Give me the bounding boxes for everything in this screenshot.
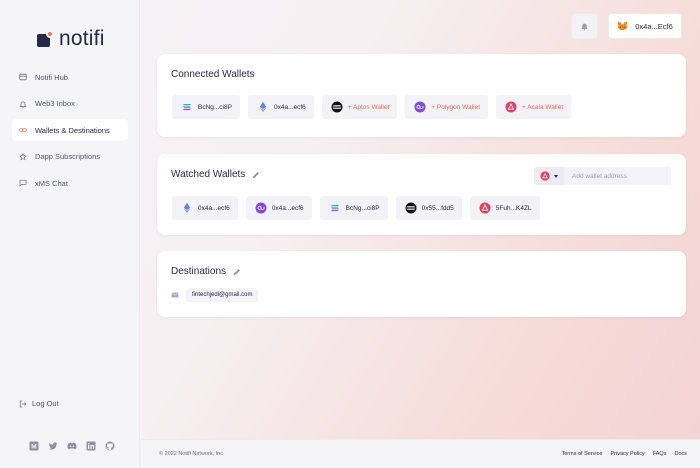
sidebar-item-wallets-destinations[interactable]: Wallets & Destinations [12, 119, 128, 142]
acala-icon [540, 171, 550, 181]
watched-wallet-chip-solana[interactable]: BcNg...ci8P [319, 196, 388, 220]
destinations-title: Destinations [171, 266, 241, 277]
add-wallet-label: + Acala Wallet [522, 103, 564, 111]
sidebar-item-label: Wallets & Destinations [35, 125, 110, 135]
footer-link-privacy[interactable]: Privacy Policy [610, 451, 644, 457]
wallet-account-button[interactable]: 0x4a...Ecf6 [608, 13, 682, 39]
destinations-card: Destinations fintechjedi@gmail.com [157, 251, 686, 317]
mail-icon [171, 292, 179, 298]
svg-text:M: M [31, 443, 36, 450]
solana-icon [329, 202, 341, 214]
medium-icon[interactable]: M [29, 441, 39, 451]
wallet-chip-label: 0x4a...ecf6 [273, 103, 306, 111]
wallet-chip-label: 0x4a...ecf6 [271, 204, 304, 212]
wallet-chip-label: 0x4a...ecf6 [198, 204, 230, 212]
pencil-icon[interactable] [233, 268, 241, 276]
sidebar-item-xms-chat[interactable]: xMS Chat [12, 172, 128, 194]
add-wallet-label: + Aptos Wallet [347, 103, 390, 111]
sidebar-item-label: xMS Chat [35, 178, 68, 188]
bell-icon [581, 23, 588, 31]
discord-icon[interactable] [67, 441, 77, 451]
connected-wallets-card: Connected Wallets BcNg...ci8P 0x4a...ecf… [157, 54, 686, 137]
add-polygon-wallet-button[interactable]: + Polygon Wallet [405, 95, 488, 119]
acala-icon [479, 202, 491, 214]
sidebar-item-notifi-hub[interactable]: Notifi Hub [12, 66, 128, 88]
watched-wallets-title: Watched Wallets [171, 169, 260, 180]
watched-wallet-chip-aptos[interactable]: 0x55...fdd5 [395, 196, 462, 220]
polygon-icon [414, 101, 426, 113]
logout-icon [18, 399, 27, 408]
solana-icon [181, 101, 193, 113]
watched-wallet-chip-acala[interactable]: 5Fuh...K4ZL [469, 196, 540, 220]
email-destination: fintechjedi@gmail.com [171, 288, 259, 302]
ethereum-icon [257, 101, 269, 113]
wallet-address-input[interactable] [564, 167, 671, 185]
copyright-text: © 2022 Notifi Network, Inc [159, 451, 223, 457]
twitter-icon[interactable] [48, 441, 58, 451]
link-icon [18, 126, 27, 135]
footer-links: Terms of Service Privacy Policy FAQs Doc… [562, 451, 688, 457]
wallet-chip-label: 5Fuh...K4ZL [495, 204, 532, 212]
ethereum-icon [181, 202, 193, 214]
notifi-logo-mark [37, 30, 54, 47]
bell-icon [18, 99, 27, 108]
acala-icon [505, 101, 517, 113]
sidebar-nav: Notifi Hub Web3 Inbox Wallets & Destinat… [12, 66, 128, 199]
wallet-chip-solana[interactable]: BcNg...ci8P [172, 95, 240, 119]
aptos-icon [405, 202, 417, 214]
add-watched-wallet [534, 167, 671, 185]
wallet-address-label: 0x4a...Ecf6 [635, 21, 673, 31]
watched-wallets-list: 0x4a...ecf6 0x4a...ecf6 BcNg...ci8P 0x55… [172, 196, 548, 220]
destinations-title-text: Destinations [171, 266, 227, 277]
logout-label: Log Out [32, 399, 59, 408]
watched-wallets-title-text: Watched Wallets [171, 169, 246, 180]
sidebar-item-label: Notifi Hub [35, 72, 68, 82]
star-icon [18, 152, 27, 161]
sidebar: notifi Notifi Hub Web3 Inbox Wallets & D… [0, 0, 140, 468]
connected-wallets-title: Connected Wallets [171, 69, 255, 80]
notifi-logo[interactable]: notifi [37, 27, 105, 50]
wallet-chip-label: BcNg...ci8P [345, 204, 380, 212]
chat-icon [18, 179, 27, 188]
add-acala-wallet-button[interactable]: + Acala Wallet [496, 95, 572, 119]
grid-icon [18, 73, 27, 82]
pencil-icon[interactable] [252, 171, 260, 179]
footer-link-docs[interactable]: Docs [674, 451, 687, 457]
watched-wallet-chip-polygon[interactable]: 0x4a...ecf6 [245, 196, 312, 220]
github-icon[interactable] [105, 441, 115, 451]
sidebar-item-label: Dapp Subscriptions [35, 152, 101, 162]
sidebar-item-dapp-subscriptions[interactable]: Dapp Subscriptions [12, 146, 128, 168]
polygon-icon [255, 202, 267, 214]
wallet-chip-label: BcNg...ci8P [198, 103, 232, 111]
sidebar-item-label: Web3 Inbox [35, 99, 75, 109]
add-wallet-label: + Polygon Wallet [431, 103, 480, 111]
aptos-icon [331, 101, 343, 113]
sidebar-item-web3-inbox[interactable]: Web3 Inbox [12, 93, 128, 115]
add-aptos-wallet-button[interactable]: + Aptos Wallet [321, 95, 398, 119]
notifications-button[interactable] [571, 13, 598, 39]
logout-button[interactable]: Log Out [18, 399, 59, 408]
wallet-chip-ethereum[interactable]: 0x4a...ecf6 [247, 95, 314, 119]
notifi-logo-text: notifi [59, 27, 105, 50]
watched-wallets-card: Watched Wallets 0x4a...ecf6 0x4a...ecf6 … [157, 154, 686, 235]
network-select[interactable] [534, 167, 564, 185]
footer-link-faqs[interactable]: FAQs [653, 451, 667, 457]
footer-link-terms[interactable]: Terms of Service [562, 451, 603, 457]
email-destination-chip[interactable]: fintechjedi@gmail.com [186, 288, 259, 302]
connected-wallets-list: BcNg...ci8P 0x4a...ecf6 + Aptos Wallet +… [172, 95, 579, 119]
footer: © 2022 Notifi Network, Inc Terms of Serv… [141, 439, 700, 468]
watched-wallet-chip-ethereum[interactable]: 0x4a...ecf6 [172, 196, 238, 220]
linkedin-icon[interactable] [86, 441, 96, 451]
wallet-chip-label: 0x55...fdd5 [421, 204, 454, 212]
metamask-fox-icon [617, 21, 628, 31]
social-links: M [29, 441, 115, 451]
chevron-down-icon [554, 174, 558, 178]
